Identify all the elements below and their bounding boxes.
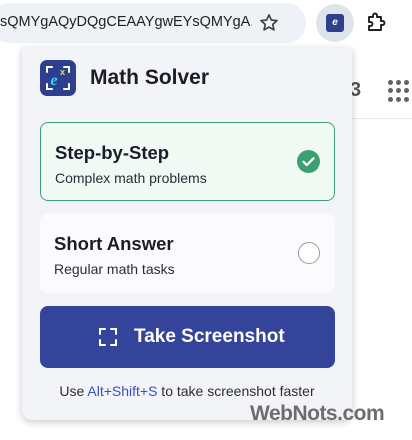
logo-letter: e — [51, 72, 58, 89]
browser-toolbar: sQMYgAQyDQgCEAAYgwEYsQMYgA... e — [0, 0, 412, 48]
address-bar[interactable]: sQMYgAQyDQgCEAAYgwEYsQMYgA... — [0, 3, 306, 43]
popup-title: Math Solver — [90, 66, 210, 89]
hint-shortcut: Alt+Shift+S — [87, 383, 158, 399]
unselected-radio-icon[interactable] — [298, 242, 320, 264]
extensions-puzzle-icon[interactable] — [364, 10, 388, 34]
take-screenshot-label: Take Screenshot — [134, 326, 285, 347]
address-bar-url[interactable]: sQMYgAQyDQgCEAAYgwEYsQMYgA... — [0, 14, 252, 30]
selected-check-icon[interactable] — [297, 150, 320, 173]
math-solver-popup: e x Math Solver Step-by-Step Complex mat… — [22, 48, 352, 420]
screenshot-crop-icon — [99, 328, 117, 346]
option-step-by-step[interactable]: Step-by-Step Complex math problems — [40, 122, 335, 201]
math-solver-mini-logo-icon: e — [326, 14, 344, 32]
watermark: WebNots.com — [250, 402, 385, 425]
shortcut-hint: Use Alt+Shift+S to take screenshot faste… — [22, 383, 352, 399]
logo-superscript: x — [60, 67, 65, 77]
hint-suffix: to take screenshot faster — [157, 383, 315, 399]
math-solver-logo-icon: e x — [40, 60, 76, 96]
math-solver-extension-button[interactable]: e — [316, 4, 354, 42]
apps-grid-icon[interactable] — [388, 80, 410, 102]
option-short-answer[interactable]: Short Answer Regular math tasks — [40, 214, 335, 293]
option-title: Short Answer — [54, 233, 174, 254]
bookmark-star-icon[interactable] — [258, 12, 280, 34]
option-subtitle: Complex math problems — [55, 170, 207, 186]
option-title: Step-by-Step — [55, 142, 170, 163]
take-screenshot-button[interactable]: Take Screenshot — [40, 306, 335, 368]
hint-prefix: Use — [59, 383, 88, 399]
option-subtitle: Regular math tasks — [54, 261, 175, 277]
